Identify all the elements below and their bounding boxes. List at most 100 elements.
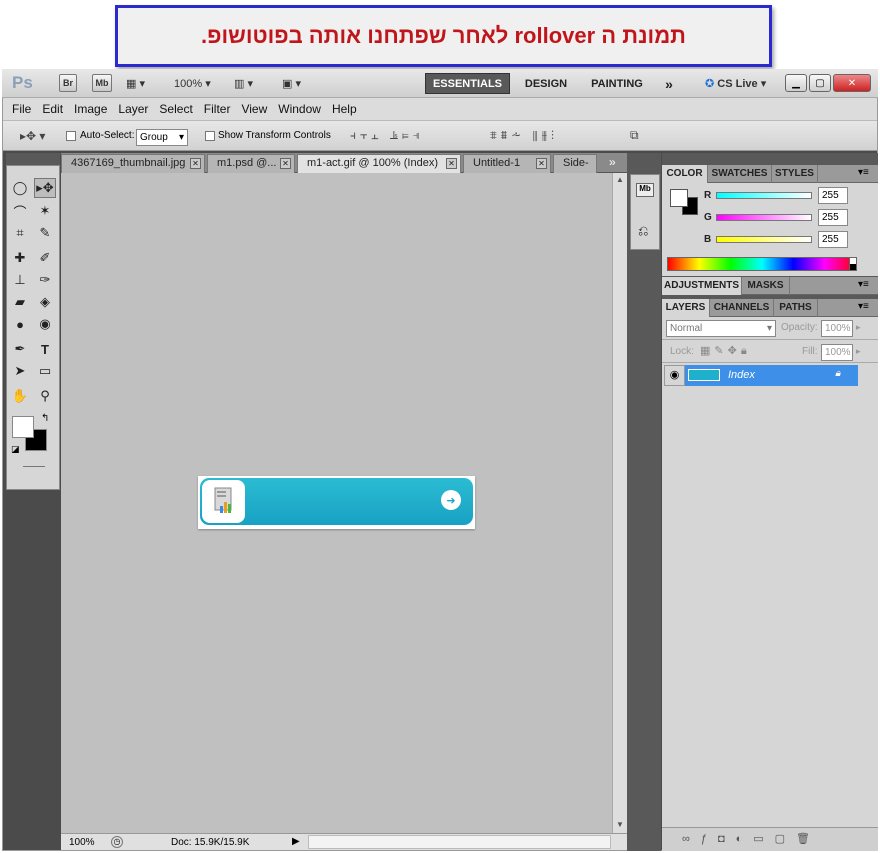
hand-tool-icon[interactable]: ✋ [9,386,31,406]
arrange-documents-dropdown[interactable]: ▥ ▾ [234,77,253,90]
channel-b-slider[interactable] [716,236,812,243]
blur-tool-icon[interactable]: ● [9,314,31,334]
brush-tool-icon[interactable]: ✐ [34,248,56,268]
zoom-tool-icon[interactable]: ⚲ [34,386,56,406]
close-tab-icon[interactable]: ✕ [536,158,547,169]
black-white-swatch[interactable] [849,257,857,271]
history-panel-icon[interactable]: ⎌ [638,223,648,239]
mini-bridge-button[interactable]: Mb [92,74,112,92]
show-transform-checkbox[interactable] [205,131,215,141]
blend-mode-dropdown[interactable]: Normal ▾ [666,320,776,337]
color-fg-swatch[interactable] [670,189,688,207]
menu-file[interactable]: File [12,102,31,116]
lock-icons[interactable]: ▦✎✥🔒︎ [700,344,751,358]
scroll-down-icon[interactable]: ▼ [616,820,624,829]
channel-r-value[interactable]: 255 [818,187,848,204]
vertical-scrollbar[interactable]: ▲ ▼ [612,173,627,833]
workspace-painting[interactable]: PAINTING [582,73,652,94]
tab-masks[interactable]: MASKS [742,277,790,295]
default-colors-icon[interactable]: ◪ [11,444,20,455]
marquee-tool-icon[interactable]: ◯ [9,178,31,198]
auto-select-dropdown[interactable]: Group ▾ [136,129,188,146]
workspace-essentials[interactable]: ESSENTIALS [425,73,510,94]
tab-untitled-1[interactable]: Untitled-1 ✕ [463,154,551,173]
lasso-tool-icon[interactable]: ⌒ [9,201,31,221]
tab-side[interactable]: Side- [553,154,597,173]
mini-bridge-panel-icon[interactable]: Mb [636,183,654,197]
align-icons[interactable]: ⫞⫟⫠ ⫡⫢⫣ [350,128,424,143]
fill-field[interactable]: 100% [821,344,853,361]
opacity-arrow-icon[interactable]: ▸ [856,322,861,333]
tab-m1-psd[interactable]: m1.psd @... ✕ [207,154,295,173]
tab-styles[interactable]: STYLES [772,165,818,183]
path-selection-tool-icon[interactable]: ➤ [9,361,31,381]
paint-bucket-tool-icon[interactable]: ◈ [34,292,56,312]
menu-window[interactable]: Window [278,102,321,116]
auto-select-checkbox[interactable] [66,131,76,141]
fill-arrow-icon[interactable]: ▸ [856,346,861,357]
cs-live-menu[interactable]: ✪ CS Live ▾ [705,77,766,90]
tab-thumbnail[interactable]: 4367169_thumbnail.jpg ✕ [61,154,205,173]
more-workspaces-button[interactable]: » [657,73,681,94]
zoom-level-dropdown[interactable]: 100% ▾ [174,77,211,90]
healing-brush-tool-icon[interactable]: ✚ [9,248,31,268]
layer-visibility-eye-icon[interactable]: ◉ [664,365,685,386]
channel-b-value[interactable]: 255 [818,231,848,248]
auto-align-icon[interactable]: ⧉ [630,128,639,143]
close-tab-icon[interactable]: ✕ [280,158,291,169]
menu-view[interactable]: View [241,102,267,116]
panel-menu-icon[interactable]: ▾≡ [858,301,869,312]
menu-select[interactable]: Select [159,102,192,116]
status-zoom[interactable]: 100% [69,837,95,848]
tab-paths[interactable]: PATHS [774,299,818,317]
tab-adjustments[interactable]: ADJUSTMENTS [662,277,742,295]
move-tool-preset-icon[interactable]: ▸✥ ▾ [20,129,45,143]
menu-layer[interactable]: Layer [118,102,148,116]
status-menu-arrow-icon[interactable]: ▶ [292,836,300,847]
type-tool-icon[interactable]: T [34,339,56,359]
panel-menu-icon[interactable]: ▾≡ [858,167,869,178]
close-button[interactable]: ✕ [833,74,871,92]
history-brush-tool-icon[interactable]: ✑ [34,270,56,290]
close-tab-icon[interactable]: ✕ [446,158,457,169]
tab-color[interactable]: COLOR [662,165,708,183]
tools-collapse-bar[interactable] [6,153,60,165]
foreground-color-swatch-top[interactable] [12,416,34,438]
screen-mode-dropdown[interactable]: ▣ ▾ [282,77,301,90]
eyedropper-tool-icon[interactable]: ✎ [34,223,56,243]
horizontal-scrollbar[interactable] [308,835,611,849]
swap-colors-icon[interactable]: ↰ [41,413,49,424]
dodge-tool-icon[interactable]: ◉ [34,314,56,334]
layer-row-index[interactable]: Index 🔒︎ [685,365,858,386]
panel-menu-icon[interactable]: ▾≡ [858,279,869,290]
tab-m1-act[interactable]: m1-act.gif @ 100% (Index) ✕ [297,154,461,173]
tab-swatches[interactable]: SWATCHES [708,165,772,183]
menu-image[interactable]: Image [74,102,107,116]
layers-footer-icons[interactable]: ∞ƒ◘◐▭▢🗑︎ [662,827,878,851]
rectangle-tool-icon[interactable]: ▭ [34,361,56,381]
menu-help[interactable]: Help [332,102,357,116]
quick-selection-tool-icon[interactable]: ✶ [34,201,56,221]
pen-tool-icon[interactable]: ✒ [9,339,31,359]
channel-g-value[interactable]: 255 [818,209,848,226]
layer-name[interactable]: Index [728,369,755,381]
minimize-button[interactable]: ▁ [785,74,807,92]
close-tab-icon[interactable]: ✕ [190,158,201,169]
extras-dropdown[interactable]: ▦ ▾ [126,77,145,90]
clone-stamp-tool-icon[interactable]: ⊥ [9,270,31,290]
channel-r-slider[interactable] [716,192,812,199]
scroll-up-icon[interactable]: ▲ [616,175,624,184]
status-info-icon[interactable]: ◷ [111,836,123,848]
color-spectrum-bar[interactable] [667,257,857,271]
eraser-tool-icon[interactable]: ▰ [9,292,31,312]
bridge-button[interactable]: Br [59,74,77,92]
move-tool-icon[interactable]: ▸✥ [34,178,56,198]
maximize-button[interactable]: ▢ [809,74,831,92]
channel-g-slider[interactable] [716,214,812,221]
menu-filter[interactable]: Filter [204,102,231,116]
tab-channels[interactable]: CHANNELS [710,299,774,317]
crop-tool-icon[interactable]: ⌗ [9,223,31,243]
workspace-design[interactable]: DESIGN [515,73,577,94]
menu-edit[interactable]: Edit [42,102,63,116]
opacity-field[interactable]: 100% [821,320,853,337]
